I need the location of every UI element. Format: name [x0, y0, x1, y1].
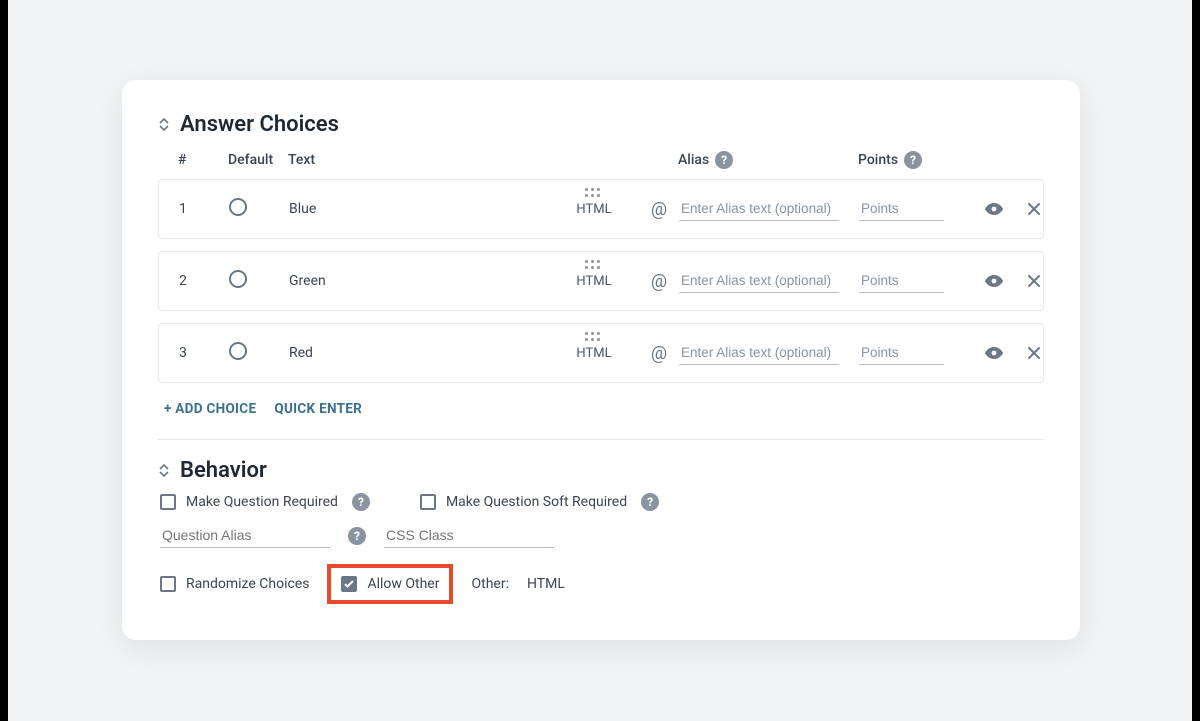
header-default: Default [228, 152, 288, 168]
points-input[interactable] [859, 197, 944, 221]
header-text: Text [288, 152, 548, 168]
choices-table: # Default Text Alias ? Points ? 1 Blue H… [158, 147, 1044, 417]
allow-other-checkbox[interactable]: Allow Other [341, 576, 439, 592]
help-icon[interactable]: ? [904, 151, 922, 169]
viewport-edge-left [0, 0, 8, 721]
default-radio[interactable] [229, 270, 289, 292]
collapse-icon[interactable] [158, 117, 170, 133]
settings-card: Answer Choices # Default Text Alias ? Po… [122, 80, 1080, 640]
visibility-icon[interactable] [969, 346, 1019, 360]
at-icon[interactable]: @ [639, 199, 679, 220]
points-input[interactable] [859, 269, 944, 293]
header-points: Points [858, 152, 898, 168]
choice-text[interactable]: Green [289, 273, 549, 289]
header-num: # [178, 152, 228, 168]
allow-other-label: Allow Other [367, 576, 439, 592]
delete-icon[interactable] [1019, 346, 1049, 360]
help-icon[interactable]: ? [348, 527, 366, 545]
visibility-icon[interactable] [969, 274, 1019, 288]
drag-handle-icon[interactable] [585, 188, 603, 198]
html-toggle[interactable]: HTML [576, 274, 611, 289]
choice-row: 3 Red HTML @ [158, 323, 1044, 383]
help-icon[interactable]: ? [715, 151, 733, 169]
at-icon[interactable]: @ [639, 343, 679, 364]
delete-icon[interactable] [1019, 274, 1049, 288]
help-icon[interactable]: ? [352, 493, 370, 511]
make-soft-required-label: Make Question Soft Required [446, 494, 627, 510]
behavior-header: Behavior [158, 458, 1044, 483]
other-html-toggle[interactable]: HTML [527, 576, 565, 592]
choice-number: 1 [179, 201, 229, 217]
choice-number: 3 [179, 345, 229, 361]
section-divider [158, 439, 1044, 440]
add-choice-button[interactable]: + ADD CHOICE [164, 401, 256, 417]
alias-input[interactable] [679, 197, 839, 221]
collapse-icon[interactable] [158, 463, 170, 479]
choice-text[interactable]: Blue [289, 201, 549, 217]
default-radio[interactable] [229, 342, 289, 364]
make-required-label: Make Question Required [186, 494, 338, 510]
default-radio[interactable] [229, 198, 289, 220]
choice-row: 1 Blue HTML @ [158, 179, 1044, 239]
answer-choices-header: Answer Choices [158, 112, 1044, 137]
header-alias: Alias [678, 152, 709, 168]
drag-handle-icon[interactable] [585, 332, 603, 342]
behavior-body: Make Question Required ? Make Question S… [158, 493, 1044, 604]
delete-icon[interactable] [1019, 202, 1049, 216]
choice-row: 2 Green HTML @ [158, 251, 1044, 311]
choice-number: 2 [179, 273, 229, 289]
drag-handle-icon[interactable] [585, 260, 603, 270]
other-field-label: Other: [471, 576, 508, 592]
question-alias-input[interactable] [160, 523, 330, 548]
choice-text[interactable]: Red [289, 345, 549, 361]
alias-input[interactable] [679, 341, 839, 365]
html-toggle[interactable]: HTML [576, 202, 611, 217]
randomize-choices-checkbox[interactable]: Randomize Choices [160, 576, 309, 592]
visibility-icon[interactable] [969, 202, 1019, 216]
choices-header-row: # Default Text Alias ? Points ? [158, 147, 1044, 179]
quick-enter-button[interactable]: QUICK ENTER [274, 401, 362, 417]
make-required-checkbox[interactable]: Make Question Required [160, 494, 338, 510]
at-icon[interactable]: @ [639, 271, 679, 292]
randomize-choices-label: Randomize Choices [186, 576, 309, 592]
points-input[interactable] [859, 341, 944, 365]
alias-input[interactable] [679, 269, 839, 293]
help-icon[interactable]: ? [641, 493, 659, 511]
choice-actions: + ADD CHOICE QUICK ENTER [158, 395, 1044, 417]
allow-other-highlight: Allow Other [327, 564, 453, 604]
answer-choices-title: Answer Choices [180, 112, 339, 137]
behavior-title: Behavior [180, 458, 267, 483]
viewport-edge-right [1192, 0, 1200, 721]
html-toggle[interactable]: HTML [576, 346, 611, 361]
make-soft-required-checkbox[interactable]: Make Question Soft Required [420, 494, 627, 510]
css-class-input[interactable] [384, 523, 554, 548]
